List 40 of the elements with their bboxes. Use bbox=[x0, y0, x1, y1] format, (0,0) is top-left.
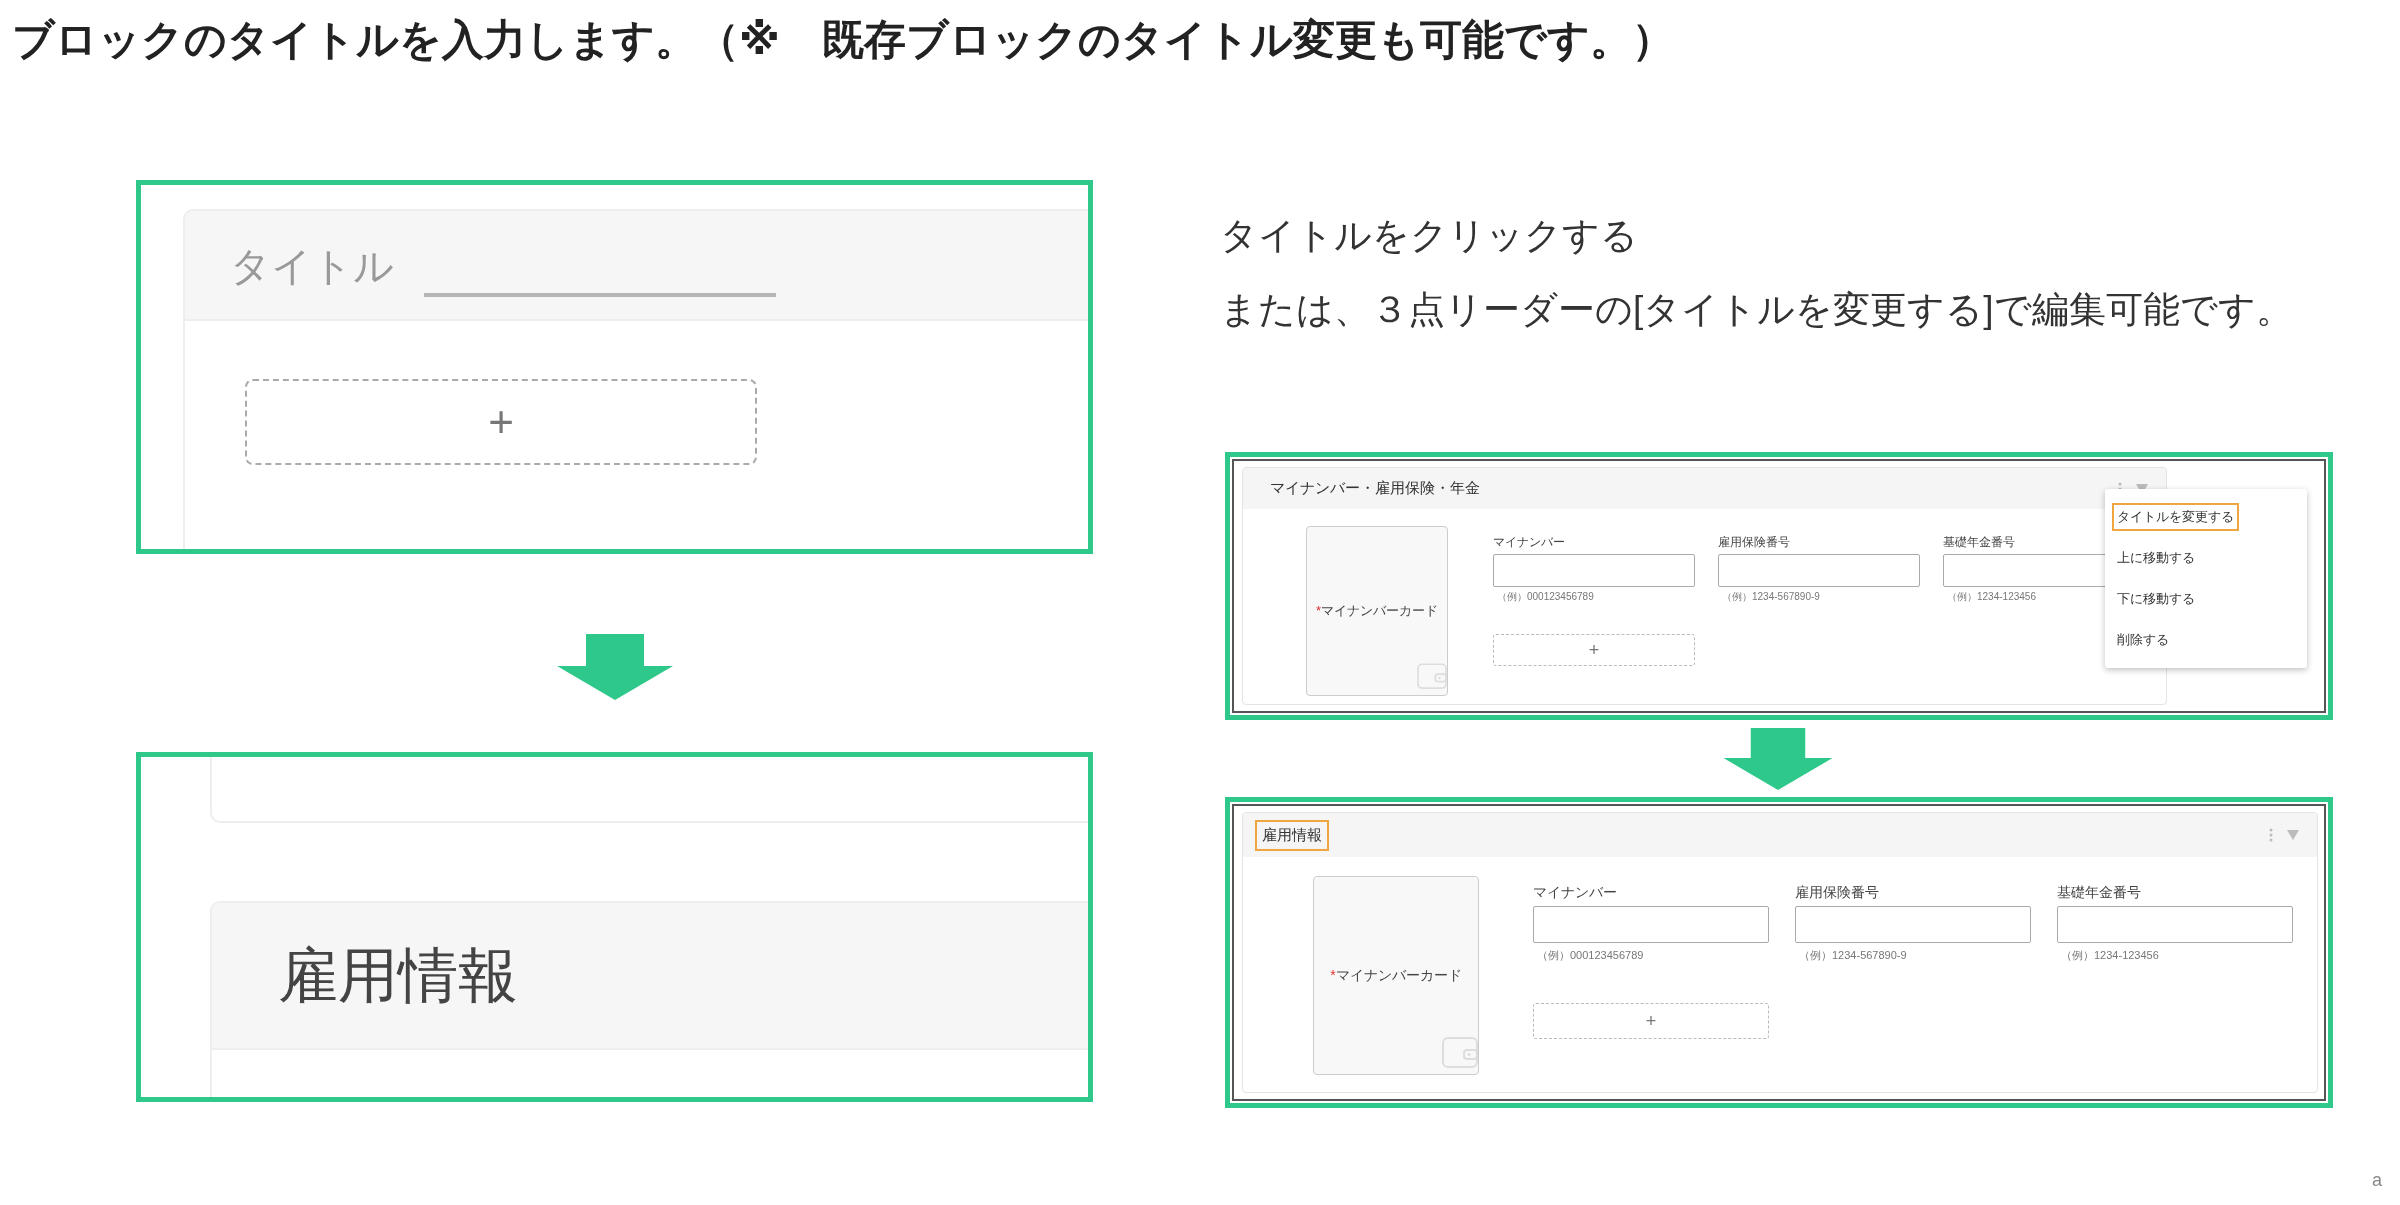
field-label: 雇用保険番号 bbox=[1795, 883, 1879, 902]
input-field[interactable] bbox=[2057, 906, 2293, 943]
menu-item[interactable]: 上に移動する bbox=[2112, 543, 2200, 572]
wallet-icon bbox=[1442, 1034, 1478, 1068]
wallet-icon bbox=[1417, 661, 1447, 689]
block-title[interactable]: 雇用情報 bbox=[278, 940, 518, 1011]
field-hint: （例）1234-567890-9 bbox=[1721, 590, 1820, 604]
menu-item[interactable]: 削除する bbox=[2112, 625, 2174, 654]
input-field[interactable] bbox=[1493, 554, 1695, 587]
field-label: マイナンバー bbox=[1493, 534, 1565, 551]
down-arrow-icon bbox=[556, 634, 673, 700]
field-hint: （例）1234-567890-9 bbox=[1798, 948, 1907, 963]
instruction-text: タイトルをクリックする bbox=[1220, 214, 1639, 258]
input-field[interactable] bbox=[1533, 906, 1769, 943]
menu-item[interactable]: 下に移動する bbox=[2112, 584, 2200, 613]
dropdown-triangle-icon[interactable] bbox=[2287, 830, 2299, 840]
field-hint: （例）000123456789 bbox=[1536, 948, 1644, 963]
block-title[interactable]: マイナンバー・雇用保険・年金 bbox=[1263, 473, 1487, 504]
input-field[interactable] bbox=[1718, 554, 1920, 587]
field-label: 基礎年金番号 bbox=[2057, 883, 2141, 902]
add-button[interactable]: + bbox=[1493, 634, 1695, 666]
field-hint: （例）000123456789 bbox=[1496, 590, 1594, 604]
field-hint: （例）1234-123456 bbox=[1946, 590, 2036, 604]
block-title[interactable]: 雇用情報 bbox=[1255, 819, 1329, 851]
field-label: マイナンバー bbox=[1533, 883, 1617, 902]
card-label: *マイナンバーカード bbox=[1330, 966, 1462, 985]
kebab-menu-icon[interactable] bbox=[2269, 828, 2273, 842]
card-label: *マイナンバーカード bbox=[1315, 602, 1439, 620]
card-photo-slot[interactable]: *マイナンバーカード bbox=[1313, 876, 1479, 1075]
add-button[interactable]: + bbox=[1533, 1003, 1769, 1039]
field-hint: （例）1234-123456 bbox=[2060, 948, 2159, 963]
field-label: 雇用保険番号 bbox=[1718, 534, 1790, 551]
menu-item[interactable]: タイトルを変更する bbox=[2112, 502, 2239, 531]
card-photo-slot[interactable]: *マイナンバーカード bbox=[1306, 526, 1448, 696]
input-field[interactable] bbox=[1795, 906, 2031, 943]
corner-mark: a bbox=[2372, 1170, 2382, 1190]
instruction-text: または、３点リーダーの[タイトルを変更する]で編集可能です。 bbox=[1220, 288, 2294, 332]
page-heading: ブロックのタイトルを入力します。（※ 既存ブロックのタイトル変更も可能です。） bbox=[12, 15, 1674, 65]
add-button[interactable]: + bbox=[245, 379, 757, 465]
field-label: 基礎年金番号 bbox=[1943, 534, 2015, 551]
